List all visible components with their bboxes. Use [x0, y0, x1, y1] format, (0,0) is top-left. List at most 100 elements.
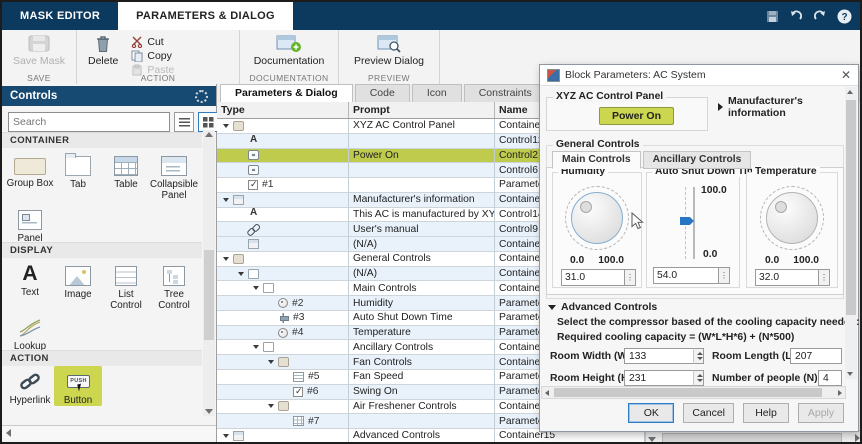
dialog-buttons: OK Cancel Help Apply	[540, 403, 858, 423]
ok-button[interactable]: OK	[628, 403, 674, 423]
help-icon[interactable]: ?	[837, 9, 852, 24]
ribbon-tab-bar: MASK EDITOR PARAMETERS & DIALOG ?	[2, 2, 860, 30]
caret-down-icon	[548, 305, 556, 310]
control-item-group-box[interactable]: Group Box	[6, 148, 54, 202]
close-icon[interactable]: ✕	[841, 69, 851, 81]
tab-ancillary-controls[interactable]: Ancillary Controls	[643, 151, 752, 169]
humidity-knob[interactable]	[565, 186, 629, 250]
number-of-people-label: Number of people (N)	[712, 373, 818, 384]
control-item-table[interactable]: Table	[102, 148, 150, 202]
scroll-down-icon[interactable]	[847, 372, 853, 376]
text-icon: A	[22, 264, 37, 284]
scroll-down-icon[interactable]	[648, 437, 656, 442]
xyz-panel-label: XYZ AC Control Panel	[553, 91, 666, 102]
control-item-text[interactable]: AText	[6, 258, 54, 312]
copy-icon	[131, 50, 143, 62]
shutdown-value-field[interactable]: 54.0	[653, 267, 719, 284]
group-box-icon	[233, 121, 244, 131]
spinner-icon[interactable]: ⋮	[625, 269, 636, 286]
group-box-icon	[14, 158, 46, 175]
dialog-horizontal-scrollbar[interactable]	[541, 386, 846, 399]
cut-button[interactable]: Cut	[131, 35, 174, 48]
column-header-type[interactable]: Type	[217, 102, 349, 118]
button-icon	[248, 165, 259, 175]
column-header-prompt[interactable]: Prompt	[349, 102, 495, 118]
ribbon-group-documentation-label: DOCUMENTATION	[240, 73, 338, 83]
room-height-field[interactable]: 231	[624, 370, 694, 386]
control-item-tab[interactable]: Tab	[54, 148, 102, 202]
dialog-vertical-scrollbar[interactable]	[845, 87, 857, 379]
temperature-max: 100.0	[793, 255, 819, 266]
hyperlink-icon	[19, 372, 41, 392]
control-item-label: Group Box	[7, 178, 54, 189]
control-item-collapsible-panel[interactable]: Collapsible Panel	[150, 148, 198, 202]
tab-constraints[interactable]: Constraints	[464, 84, 547, 102]
manufacturer-info-toggle[interactable]: Manufacturer's information	[718, 95, 858, 119]
spinner-icon[interactable]: ⋮	[819, 269, 830, 286]
control-item-image[interactable]: Image	[54, 258, 102, 312]
humidity-value-field[interactable]: 31.0	[561, 269, 625, 286]
tab-icon[interactable]: Icon	[412, 84, 462, 102]
delete-button[interactable]: Delete	[83, 33, 123, 69]
power-on-button[interactable]: Power On	[599, 107, 674, 125]
auto-shutdown-group: Auto Shut Down Time 100.0 0.0 54.0⋮	[646, 172, 740, 288]
scroll-up-icon[interactable]	[205, 132, 213, 137]
shutdown-min: 0.0	[703, 249, 717, 260]
controls-panel-scrollbar[interactable]	[203, 130, 215, 416]
save-icon[interactable]	[766, 10, 779, 23]
advanced-controls-toggle[interactable]: Advanced Controls	[548, 301, 657, 313]
slider-handle[interactable]	[680, 217, 694, 225]
documentation-button[interactable]: Documentation	[249, 33, 330, 69]
cancel-button[interactable]: Cancel	[683, 403, 734, 423]
control-item-panel[interactable]: Panel	[6, 202, 54, 244]
spinner-up-down-icon[interactable]	[693, 370, 704, 386]
tab-icon	[65, 156, 91, 176]
main-controls-pane: Humidity 0.0100.0 31.0⋮ Auto Shut Down T…	[546, 167, 844, 295]
apply-button[interactable]: Apply	[798, 403, 844, 423]
control-item-list-control[interactable]: List Control	[102, 258, 150, 312]
scroll-up-icon[interactable]	[847, 90, 853, 94]
advanced-desc-2: Required cooling capacity = (W*L*H*6) + …	[557, 332, 794, 343]
room-width-field[interactable]: 133	[624, 348, 694, 364]
controls-panel-header: Controls	[2, 86, 216, 106]
scrollbar-thumb[interactable]	[846, 100, 856, 315]
number-of-people-field[interactable]: 4	[818, 370, 842, 386]
controls-panel-bottom-scrollbar[interactable]	[2, 425, 216, 440]
undo-icon[interactable]	[789, 10, 803, 22]
preview-horizontal-scrollbar[interactable]	[660, 430, 862, 444]
tab-main-controls[interactable]: Main Controls	[552, 151, 641, 169]
scrollbar-thumb[interactable]	[554, 388, 822, 397]
scroll-left-icon[interactable]	[6, 429, 11, 437]
spinner-icon[interactable]: ⋮	[719, 267, 730, 284]
temperature-value-field[interactable]: 32.0	[755, 269, 819, 286]
save-mask-button[interactable]: Save Mask	[8, 33, 70, 69]
preview-dialog-button[interactable]: Preview Dialog	[349, 33, 429, 69]
copy-button[interactable]: Copy	[131, 49, 174, 62]
search-input[interactable]	[8, 112, 170, 132]
controls-panel: Controls CONTAINER Group Box Tab Table C…	[2, 84, 217, 444]
room-length-field[interactable]: 207	[790, 348, 842, 364]
tab-parameters-and-dialog[interactable]: Parameters & Dialog	[220, 84, 353, 102]
spinner-up-down-icon[interactable]	[693, 348, 704, 364]
control-item-tree-control[interactable]: Tree Control	[150, 258, 198, 312]
list-view-icon[interactable]	[174, 112, 194, 132]
slider-track[interactable]	[693, 187, 695, 259]
scrollbar-thumb[interactable]	[204, 250, 214, 340]
temperature-knob[interactable]	[760, 186, 824, 250]
control-item-hyperlink[interactable]: Hyperlink	[6, 366, 54, 406]
help-button[interactable]: Help	[743, 403, 789, 423]
dialog-title-bar[interactable]: Block Parameters: AC System ✕	[540, 65, 858, 86]
scrollbar-thumb[interactable]	[662, 433, 842, 444]
tab-mask-editor[interactable]: MASK EDITOR	[2, 2, 118, 30]
tab-parameters-dialog[interactable]: PARAMETERS & DIALOG	[118, 2, 293, 30]
redo-icon[interactable]	[813, 10, 827, 22]
list-control-icon	[115, 266, 137, 286]
scroll-left-icon[interactable]	[545, 390, 549, 396]
grid-view-icon[interactable]	[198, 112, 218, 132]
scroll-down-icon[interactable]	[205, 409, 213, 414]
tab-code[interactable]: Code	[355, 84, 410, 102]
control-item-button[interactable]: PUSH Button	[54, 366, 102, 406]
scroll-right-icon[interactable]	[838, 390, 842, 396]
scroll-right-icon[interactable]	[855, 434, 860, 442]
gear-icon[interactable]	[195, 90, 208, 103]
